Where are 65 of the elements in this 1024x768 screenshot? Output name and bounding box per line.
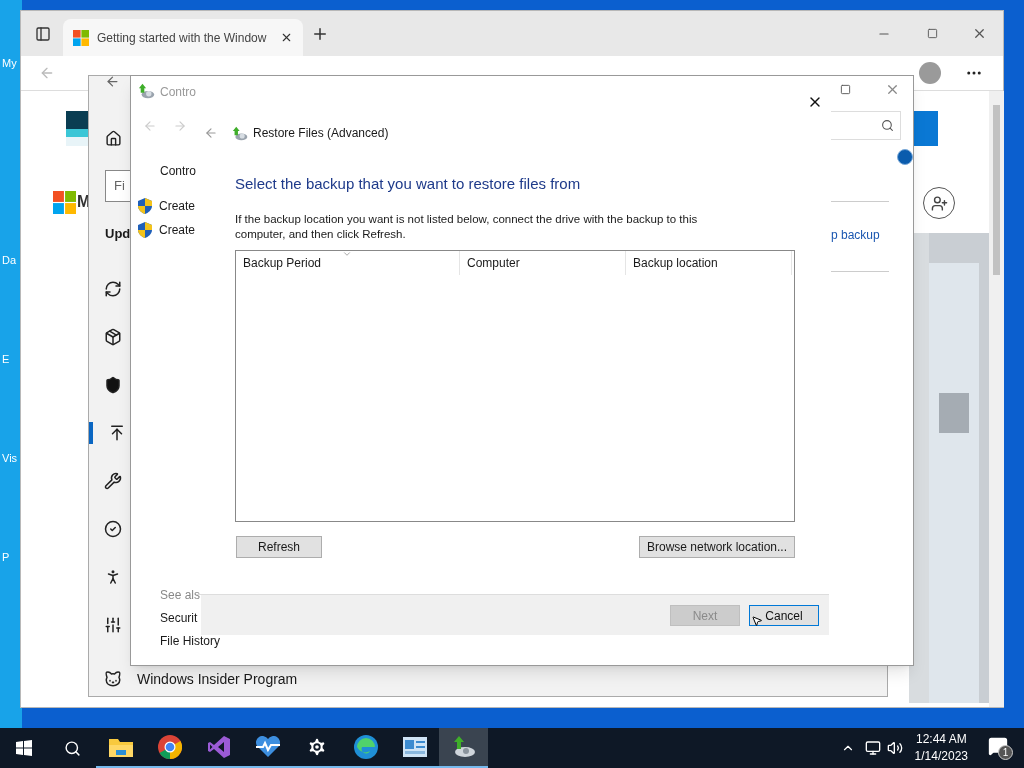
avatar-icon[interactable] xyxy=(919,62,941,84)
search-field[interactable]: Fi xyxy=(105,170,131,202)
page-heading-fragment: Upd xyxy=(105,225,131,243)
search-icon[interactable] xyxy=(63,739,81,757)
clock-date[interactable]: 1/14/2023 xyxy=(914,748,968,765)
control-panel-icon[interactable] xyxy=(402,737,427,757)
back-icon[interactable] xyxy=(204,126,218,140)
volume-icon[interactable] xyxy=(886,740,903,756)
search-field[interactable] xyxy=(831,111,901,140)
notification-badge: 1 xyxy=(998,745,1013,760)
backup-drive-icon xyxy=(232,124,249,142)
search-icon xyxy=(881,119,894,132)
home-icon[interactable] xyxy=(105,130,122,147)
close-icon[interactable] xyxy=(280,31,293,44)
upload-icon xyxy=(108,424,126,442)
maximize-icon[interactable] xyxy=(840,84,851,95)
taskbar-item[interactable] xyxy=(439,728,488,768)
edge-icon[interactable] xyxy=(353,735,378,759)
clock-time[interactable]: 12:44 AM xyxy=(915,731,967,748)
sidebar-heading: Contro xyxy=(160,163,197,180)
nav-item[interactable]: Windows Insider Program xyxy=(89,668,298,690)
refresh-button[interactable]: Refresh xyxy=(236,536,322,558)
task-link[interactable]: Create xyxy=(159,197,196,215)
tab-title: Getting started with the Window xyxy=(97,29,267,47)
sync-icon xyxy=(104,280,122,298)
tab-actions-icon[interactable] xyxy=(35,25,51,42)
chrome-icon[interactable] xyxy=(157,735,182,759)
see-also-link[interactable]: Securit xyxy=(160,609,198,627)
cancel-button[interactable]: Cancel xyxy=(749,605,819,626)
shield-icon xyxy=(104,376,122,394)
backup-drive-icon xyxy=(138,82,156,100)
shield-icon xyxy=(137,222,153,238)
add-user-icon xyxy=(930,194,948,212)
folder-icon[interactable] xyxy=(108,737,133,757)
heart-pulse-icon[interactable] xyxy=(254,736,281,758)
task-link[interactable]: Create xyxy=(159,221,196,239)
sliders-icon xyxy=(104,616,122,634)
shield-icon xyxy=(137,198,153,214)
column-header[interactable]: Backup location xyxy=(626,251,792,275)
see-also-link[interactable]: File History xyxy=(160,632,220,650)
column-header[interactable]: Computer xyxy=(460,251,626,275)
cursor-icon xyxy=(751,614,763,628)
sort-icon xyxy=(342,249,352,259)
see-also-heading: See als xyxy=(160,587,201,604)
back-icon[interactable] xyxy=(105,74,120,89)
browser-tab[interactable]: Getting started with the Window xyxy=(63,19,303,56)
cat-icon xyxy=(104,670,122,688)
browse-button[interactable]: Browse network location... xyxy=(639,536,795,558)
microsoft-logo-icon xyxy=(73,29,89,46)
start-icon[interactable] xyxy=(16,740,32,756)
close-icon[interactable] xyxy=(972,26,987,41)
check-circle-icon xyxy=(104,520,122,538)
backup-link[interactable]: p backup xyxy=(831,226,880,244)
dialog-heading: Select the backup that you want to restore files from xyxy=(235,174,581,194)
dialog-header: Restore Files (Advanced) xyxy=(253,125,389,142)
visual-studio-icon[interactable] xyxy=(206,735,231,759)
column-header[interactable]: Backup Period xyxy=(236,251,460,275)
microsoft-logo-icon xyxy=(53,191,76,214)
help-icon[interactable] xyxy=(897,149,913,165)
maximize-icon[interactable] xyxy=(927,28,938,39)
window-title: Contro xyxy=(160,84,197,101)
dialog-description: If the backup location you want is not listed below, connect the drive with the backup to this computer, and then click Refresh. xyxy=(235,212,699,242)
wrench-icon xyxy=(104,472,122,490)
nav-item[interactable] xyxy=(89,422,126,444)
network-icon[interactable] xyxy=(864,740,881,756)
